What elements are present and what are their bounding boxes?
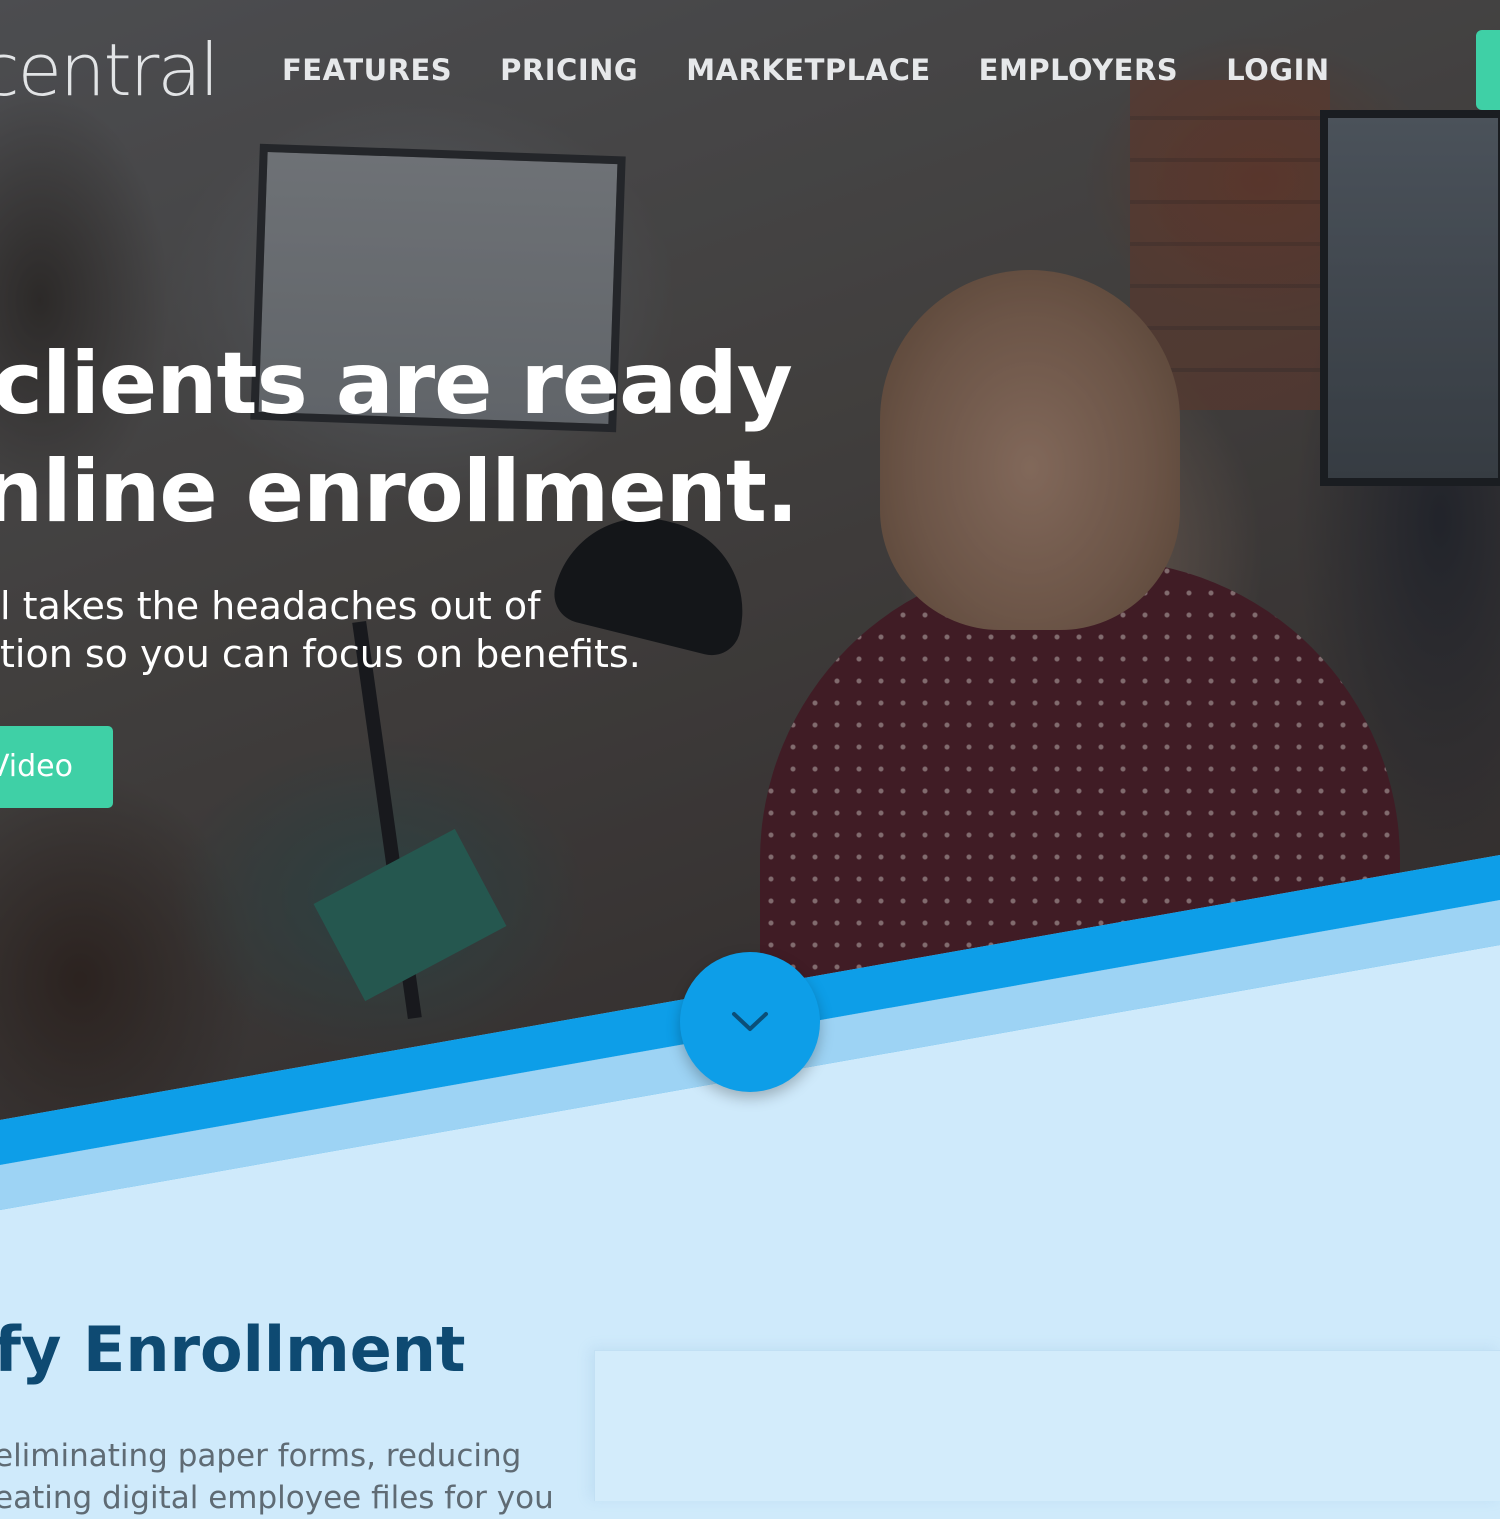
hero-headline: clients are ready nline enrollment. bbox=[0, 330, 799, 546]
brand-logo[interactable]: central bbox=[0, 30, 219, 110]
hero-subtext-line1: l takes the headaches out of bbox=[0, 584, 541, 628]
nav-login[interactable]: LOGIN bbox=[1226, 52, 1329, 88]
nav-pricing[interactable]: PRICING bbox=[500, 52, 638, 88]
main-nav: FEATURES PRICING MARKETPLACE EMPLOYERS L… bbox=[282, 52, 1378, 88]
nav-cta-button[interactable] bbox=[1476, 30, 1500, 110]
section-body: eliminating paper forms, reducing eating… bbox=[0, 1435, 560, 1519]
section-title-text: fy Enrollment bbox=[0, 1313, 466, 1386]
chevron-down-icon bbox=[732, 1012, 768, 1031]
hero-subtext: l takes the headaches out of tion so you… bbox=[0, 582, 641, 678]
hero-headline-line2: nline enrollment. bbox=[0, 442, 799, 542]
nav-employers[interactable]: EMPLOYERS bbox=[979, 52, 1179, 88]
section-title: fy Enrollment bbox=[0, 1310, 466, 1390]
feature-card bbox=[594, 1350, 1500, 1501]
section-body-line1: eliminating paper forms, reducing bbox=[0, 1438, 522, 1474]
scroll-down-button[interactable] bbox=[680, 952, 820, 1092]
nav-features[interactable]: FEATURES bbox=[282, 52, 452, 88]
section-body-line2: eating digital employee files for you bbox=[0, 1480, 554, 1516]
nav-marketplace[interactable]: MARKETPLACE bbox=[686, 52, 930, 88]
watch-video-button[interactable]: Video bbox=[0, 726, 113, 808]
diagonal-divider bbox=[0, 855, 1500, 1500]
watch-video-label: Video bbox=[0, 749, 73, 784]
hero-headline-line1: clients are ready bbox=[0, 334, 793, 434]
hero-subtext-line2: tion so you can focus on benefits. bbox=[0, 632, 641, 676]
